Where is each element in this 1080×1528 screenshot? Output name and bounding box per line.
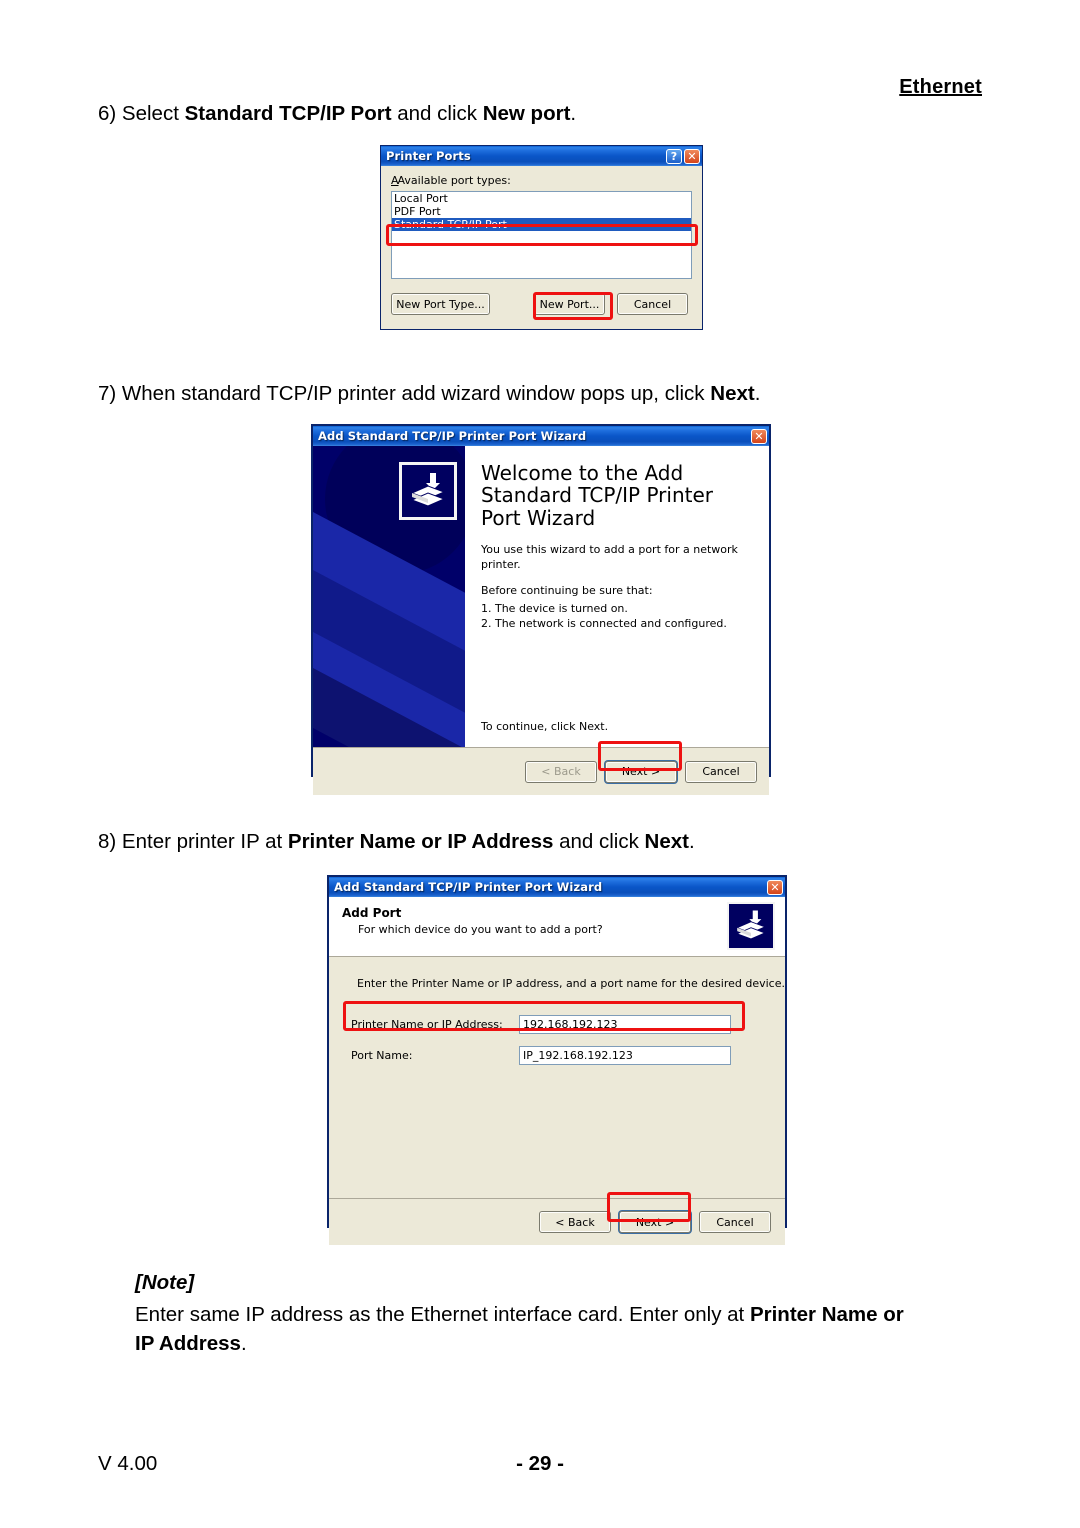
back-button[interactable]: < Back bbox=[539, 1211, 611, 1233]
close-icon[interactable]: ✕ bbox=[751, 428, 767, 444]
add-port-titlebar[interactable]: Add Standard TCP/IP Printer Port Wizard … bbox=[329, 877, 785, 897]
note-bold-ip-address: IP Address bbox=[135, 1332, 241, 1356]
note-body: Enter same IP address as the Ethernet in… bbox=[135, 1300, 997, 1359]
tcpip-wizard-welcome-dialog: Add Standard TCP/IP Printer Port Wizard … bbox=[311, 424, 771, 795]
step-6-instruction: 6) Select Standard TCP/IP Port and click… bbox=[98, 100, 576, 128]
network-printer-icon bbox=[410, 473, 446, 507]
printer-icon-frame bbox=[399, 462, 457, 520]
port-name-value: IP_192.168.192.123 bbox=[523, 1049, 633, 1062]
step-6-bold-standard-tcpip-port: Standard TCP/IP Port bbox=[184, 102, 392, 125]
add-port-section-title: Add Port bbox=[342, 906, 402, 920]
step-6-middle: and click bbox=[391, 102, 483, 125]
cancel-button[interactable]: Cancel bbox=[685, 760, 757, 783]
printer-ports-title: Printer Ports bbox=[386, 149, 471, 163]
printer-ports-window-controls: ? ✕ bbox=[666, 148, 700, 164]
add-port-window-controls: ✕ bbox=[767, 879, 783, 895]
cancel-button[interactable]: Cancel bbox=[699, 1211, 771, 1233]
available-port-types-label: AAvailable port types: bbox=[391, 174, 511, 187]
printer-name-or-ip-label: Printer Name or IP Address: bbox=[351, 1018, 503, 1031]
new-port-button-label: New Port... bbox=[539, 297, 600, 311]
cancel-button-label: Cancel bbox=[716, 1215, 754, 1229]
wizard-sidebar-graphic bbox=[313, 446, 465, 747]
next-button[interactable]: Next > bbox=[619, 1211, 691, 1233]
step-8-instruction: 8) Enter printer IP at Printer Name or I… bbox=[98, 828, 695, 856]
next-button-label: Next > bbox=[621, 765, 661, 778]
printer-ports-button-row: New Port Type... New Port... Cancel bbox=[391, 293, 692, 315]
wizard-before-continuing-label: Before continuing be sure that: bbox=[481, 583, 653, 597]
new-port-type-button[interactable]: New Port Type... bbox=[391, 293, 490, 315]
help-icon[interactable]: ? bbox=[666, 148, 682, 164]
cancel-button[interactable]: Cancel bbox=[617, 293, 688, 315]
add-port-section-subtitle: For which device do you want to add a po… bbox=[358, 923, 603, 936]
step-7-prefix: 7) When standard TCP/IP printer add wiza… bbox=[98, 382, 711, 405]
step-8-suffix: . bbox=[688, 830, 695, 853]
note-bold-printer-name-or: Printer Name or bbox=[749, 1302, 904, 1326]
port-name-label: Port Name: bbox=[351, 1049, 413, 1062]
wizard-intro-text: You use this wizard to add a port for a … bbox=[481, 543, 738, 572]
printer-name-or-ip-value: 192.168.192.123 bbox=[523, 1018, 618, 1031]
note-suffix: . bbox=[240, 1332, 247, 1356]
port-name-row: Port Name: IP_192.168.192.123 bbox=[351, 1046, 731, 1065]
step-6-prefix: 6) Select bbox=[98, 102, 185, 125]
next-button-label: Next > bbox=[635, 1215, 675, 1229]
step-8-bold-printer-name-or-ip: Printer Name or IP Address bbox=[287, 830, 554, 853]
note-block: [Note] Enter same IP address as the Ethe… bbox=[135, 1268, 997, 1359]
printer-ports-titlebar[interactable]: Printer Ports ? ✕ bbox=[381, 146, 702, 166]
new-port-type-button-label: New Port Type... bbox=[396, 297, 485, 311]
step-6-suffix: . bbox=[570, 102, 577, 125]
wizard-welcome-window-controls: ✕ bbox=[751, 428, 767, 444]
wizard-continue-text: To continue, click Next. bbox=[481, 720, 609, 733]
step-7-instruction: 7) When standard TCP/IP printer add wiza… bbox=[98, 380, 760, 408]
close-icon[interactable]: ✕ bbox=[684, 148, 700, 164]
next-button[interactable]: Next > bbox=[605, 760, 677, 783]
back-button-label: < Back bbox=[555, 1215, 595, 1229]
wizard-welcome-footer: < Back Next > Cancel bbox=[313, 747, 769, 795]
wizard-welcome-title: Add Standard TCP/IP Printer Port Wizard bbox=[318, 429, 587, 443]
port-name-input[interactable]: IP_192.168.192.123 bbox=[519, 1046, 731, 1065]
printer-icon bbox=[402, 465, 454, 517]
wizard-welcome-content: Welcome to the Add Standard TCP/IP Print… bbox=[313, 446, 769, 747]
available-port-types-label-text: Available port types: bbox=[397, 174, 511, 187]
cancel-button-label: Cancel bbox=[633, 297, 672, 311]
add-port-intro-text: Enter the Printer Name or IP address, an… bbox=[357, 977, 785, 990]
close-icon[interactable]: ✕ bbox=[767, 879, 783, 895]
add-port-dialog: Add Standard TCP/IP Printer Port Wizard … bbox=[327, 875, 787, 1245]
list-item-selected[interactable]: Standard TCP/IP Port bbox=[392, 218, 691, 231]
step-7-bold-next: Next bbox=[710, 382, 755, 405]
wizard-checklist-item: 2. The network is connected and configur… bbox=[481, 617, 727, 631]
list-item[interactable]: PDF Port bbox=[392, 205, 691, 218]
footer-page-number: - 29 - bbox=[516, 1452, 564, 1475]
note-part1: Enter same IP address as the Ethernet in… bbox=[135, 1302, 750, 1326]
network-printer-icon bbox=[736, 910, 766, 940]
wizard-checklist: 1. The device is turned on. 2. The netwo… bbox=[481, 601, 755, 632]
manual-page: Ethernet 6) Select Standard TCP/IP Port … bbox=[0, 0, 1080, 1528]
step-8-bold-next: Next bbox=[644, 830, 689, 853]
page-header-ethernet: Ethernet bbox=[899, 76, 982, 98]
add-port-footer: < Back Next > Cancel bbox=[329, 1198, 785, 1245]
cancel-button-label: Cancel bbox=[702, 765, 740, 778]
step-8-middle: and click bbox=[553, 830, 645, 853]
port-types-list[interactable]: Local Port PDF Port Standard TCP/IP Port bbox=[391, 191, 692, 279]
add-port-header: Add Port For which device do you want to… bbox=[329, 897, 785, 957]
wizard-main-panel: Welcome to the Add Standard TCP/IP Print… bbox=[465, 446, 769, 747]
printer-ports-body: AAvailable port types: Local Port PDF Po… bbox=[381, 166, 702, 315]
printer-icon-frame bbox=[727, 902, 775, 950]
printer-name-or-ip-row: Printer Name or IP Address: 192.168.192.… bbox=[351, 1015, 731, 1034]
wizard-heading: Welcome to the Add Standard TCP/IP Print… bbox=[481, 461, 714, 530]
step-6-bold-new-port: New port bbox=[482, 102, 571, 125]
printer-ports-dialog: Printer Ports ? ✕ AAvailable port types:… bbox=[380, 145, 703, 330]
wizard-checklist-item: 1. The device is turned on. bbox=[481, 601, 628, 615]
add-port-title: Add Standard TCP/IP Printer Port Wizard bbox=[334, 880, 603, 894]
step-7-suffix: . bbox=[754, 382, 761, 405]
back-button: < Back bbox=[525, 760, 597, 783]
new-port-button[interactable]: New Port... bbox=[534, 293, 605, 315]
printer-name-or-ip-input[interactable]: 192.168.192.123 bbox=[519, 1015, 731, 1034]
printer-icon bbox=[729, 904, 773, 948]
wizard-welcome-titlebar[interactable]: Add Standard TCP/IP Printer Port Wizard … bbox=[313, 426, 769, 446]
note-label: [Note] bbox=[135, 1271, 195, 1294]
list-item[interactable]: Local Port bbox=[392, 192, 691, 205]
add-port-body: Enter the Printer Name or IP address, an… bbox=[329, 957, 785, 1198]
step-8-prefix: 8) Enter printer IP at bbox=[98, 830, 288, 853]
back-button-label: < Back bbox=[541, 765, 581, 778]
